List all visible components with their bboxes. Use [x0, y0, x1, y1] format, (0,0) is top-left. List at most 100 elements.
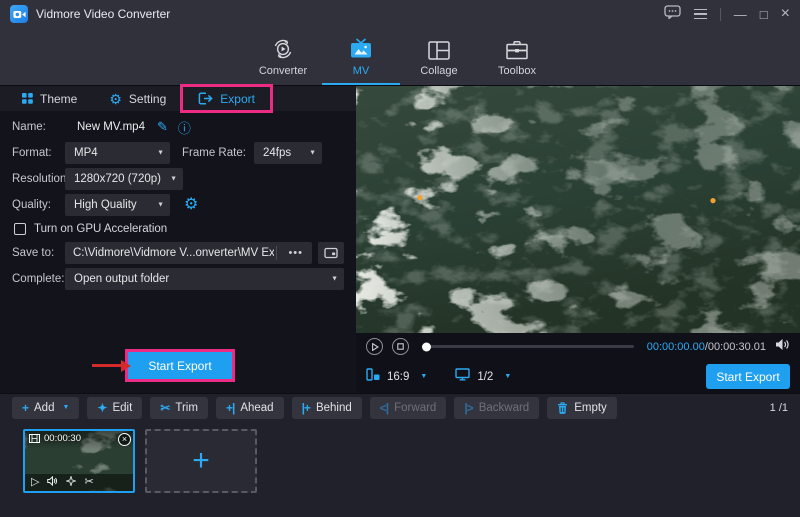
save-path-field[interactable]: C:\Vidmore\Vidmore V...onverter\MV Expor…: [65, 242, 312, 264]
folder-icon: [324, 247, 338, 259]
quality-label: Quality:: [12, 199, 65, 211]
clip-trim-icon[interactable]: ✂: [84, 477, 93, 488]
chevron-down-icon: ▼: [170, 176, 177, 183]
trim-button[interactable]: ✂ Trim: [150, 397, 208, 419]
tab-setting-label: Setting: [129, 92, 166, 106]
forward-label: Forward: [394, 402, 436, 414]
complete-dropdown[interactable]: Open output folder ▼: [65, 268, 344, 290]
app-logo-icon: [10, 5, 28, 23]
edit-button[interactable]: ✦ Edit: [87, 397, 142, 419]
field-divider: [276, 246, 277, 260]
gpu-row: Turn on GPU Acceleration: [12, 220, 344, 238]
plus-icon: +: [192, 446, 210, 476]
titlebar: Vidmore Video Converter — □ ×: [0, 0, 800, 28]
open-folder-button[interactable]: [318, 242, 344, 264]
app-title: Vidmore Video Converter: [36, 7, 170, 21]
panel-tabs: Theme ⚙ Setting Export: [0, 86, 356, 111]
format-dropdown[interactable]: MP4 ▼: [65, 142, 170, 164]
tab-export[interactable]: Export: [182, 86, 271, 111]
chevron-down-icon: ▼: [309, 150, 316, 157]
clip-duration: 00:00:30: [44, 433, 81, 444]
start-export-button-secondary[interactable]: Start Export: [706, 364, 790, 389]
quality-value: High Quality: [74, 199, 137, 211]
save-to-label: Save to:: [12, 247, 65, 259]
name-label: Name:: [12, 121, 65, 133]
edit-name-icon[interactable]: ✎: [157, 119, 168, 135]
clip-edit-icon[interactable]: [66, 476, 76, 489]
tab-toolbox[interactable]: Toolbox: [478, 28, 556, 85]
remove-clip-icon[interactable]: ×: [118, 433, 131, 446]
ahead-button[interactable]: +| Ahead: [216, 397, 284, 419]
surfer-dot: [710, 198, 715, 203]
gpu-checkbox-label: Turn on GPU Acceleration: [34, 223, 167, 235]
tab-converter[interactable]: Converter: [244, 28, 322, 85]
clip-play-icon[interactable]: ▷: [31, 477, 39, 488]
progress-slider[interactable]: [422, 345, 634, 348]
info-icon[interactable]: ⓘ: [178, 118, 191, 137]
resolution-dropdown[interactable]: 1280x720 (720p) ▼: [65, 168, 183, 190]
add-label: Add: [34, 402, 54, 414]
backward-label: Backward: [479, 402, 530, 414]
plus-icon: +: [22, 401, 28, 415]
quality-row: Quality: High Quality ▼ ⚙: [12, 194, 344, 216]
save-path-value: C:\Vidmore\Vidmore V...onverter\MV Expor…: [73, 247, 274, 259]
aspect-ratio-dropdown[interactable]: ▼: [420, 373, 427, 380]
frame-rate-dropdown[interactable]: 24fps ▼: [254, 142, 322, 164]
add-clip-placeholder[interactable]: +: [145, 429, 257, 493]
tab-export-label: Export: [220, 92, 255, 106]
screen-page-value: 1/2: [477, 371, 493, 383]
aspect-ratio-value: 16:9: [387, 371, 409, 383]
setting-gear-icon: ⚙: [109, 92, 122, 106]
tab-collage[interactable]: Collage: [400, 28, 478, 85]
toolbox-icon: [505, 37, 529, 61]
insert-behind-icon: |+: [302, 401, 310, 415]
resolution-row: Resolution: 1280x720 (720p) ▼: [12, 168, 344, 190]
minimize-button[interactable]: —: [734, 8, 747, 21]
resolution-value: 1280x720 (720p): [74, 173, 161, 185]
tab-setting[interactable]: ⚙ Setting: [93, 86, 182, 111]
frame-rate-value: 24fps: [263, 147, 291, 159]
browse-ellipsis-button[interactable]: •••: [279, 247, 312, 259]
tab-toolbox-label: Toolbox: [498, 65, 536, 77]
close-button[interactable]: ×: [781, 6, 790, 22]
tab-mv-label: MV: [353, 65, 370, 77]
start-export-button[interactable]: Start Export: [128, 352, 232, 379]
add-button[interactable]: + Add ▼: [12, 397, 79, 419]
menu-icon[interactable]: [694, 9, 707, 20]
progress-knob[interactable]: [422, 342, 431, 351]
video-preview[interactable]: [356, 86, 800, 333]
time-display: 00:00:00.00/00:00:30.01: [647, 341, 766, 353]
volume-icon[interactable]: [775, 338, 790, 356]
behind-button[interactable]: |+ Behind: [292, 397, 362, 419]
move-forward-icon: <|: [380, 401, 388, 415]
insert-ahead-icon: +|: [226, 401, 234, 415]
maximize-button[interactable]: □: [760, 8, 768, 21]
stop-button[interactable]: [392, 338, 409, 355]
gpu-checkbox[interactable]: [14, 223, 26, 235]
chevron-down-icon: ▼: [157, 150, 164, 157]
behind-label: Behind: [316, 402, 352, 414]
screen-page-dropdown[interactable]: ▼: [504, 373, 511, 380]
empty-button[interactable]: Empty: [547, 397, 617, 419]
ahead-label: Ahead: [240, 402, 273, 414]
annotation-highlight-box: Start Export: [125, 349, 235, 382]
chevron-down-icon: ▼: [157, 202, 164, 209]
feedback-icon[interactable]: [664, 5, 681, 24]
clip-thumbnail[interactable]: 00:00:30 × ▷ ✂: [23, 429, 135, 493]
preview-pane: 00:00:00.00/00:00:30.01 16:9 ▼: [356, 86, 800, 393]
forward-button[interactable]: <| Forward: [370, 397, 447, 419]
save-to-row: Save to: C:\Vidmore\Vidmore V...onverter…: [12, 242, 344, 264]
quality-dropdown[interactable]: High Quality ▼: [65, 194, 170, 216]
move-backward-icon: |>: [464, 401, 472, 415]
clip-info: 00:00:30: [29, 433, 81, 444]
play-button[interactable]: [366, 338, 383, 355]
backward-button[interactable]: |> Backward: [454, 397, 539, 419]
chevron-down-icon: ▼: [62, 404, 69, 411]
trash-icon: [557, 402, 568, 414]
tab-mv[interactable]: MV: [322, 28, 400, 85]
annotation-arrow: [92, 364, 122, 367]
tab-converter-label: Converter: [259, 65, 307, 77]
quality-settings-icon[interactable]: ⚙: [184, 197, 198, 213]
tab-theme[interactable]: Theme: [6, 86, 93, 111]
clip-volume-icon[interactable]: [47, 476, 58, 489]
